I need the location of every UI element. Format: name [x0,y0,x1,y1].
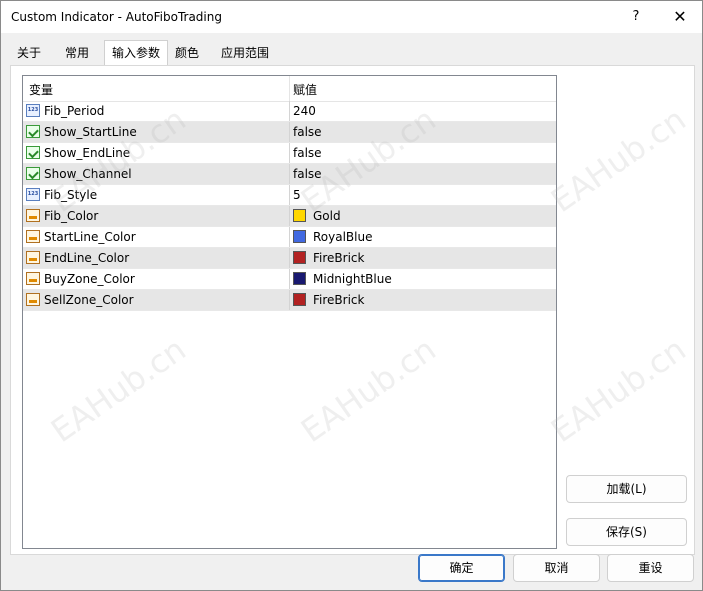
parameters-grid: 变量 赋值 123 Fib_Period 240 Show_StartLine … [22,75,557,549]
param-value[interactable]: FireBrick [313,251,364,265]
dialog-window: Custom Indicator - AutoFiboTrading ? ✕ 关… [0,0,703,591]
cell-divider [289,269,290,289]
load-button[interactable]: 加载(L) [566,475,687,503]
param-row-show-endline[interactable]: Show_EndLine false [23,143,556,164]
param-row-endline-color[interactable]: EndLine_Color FireBrick [23,248,556,269]
param-value[interactable]: 5 [293,188,301,202]
param-value[interactable]: false [293,146,322,160]
color-swatch[interactable] [293,230,306,243]
param-name: Show_Channel [44,167,132,181]
param-name: Fib_Style [44,188,98,202]
window-title: Custom Indicator - AutoFiboTrading [11,10,222,24]
param-value[interactable]: false [293,167,322,181]
param-row-fib-period[interactable]: 123 Fib_Period 240 [23,101,556,122]
param-row-fib-style[interactable]: 123 Fib_Style 5 [23,185,556,206]
cell-divider [289,290,290,310]
param-value[interactable]: RoyalBlue [313,230,372,244]
cell-divider [289,248,290,268]
param-value[interactable]: false [293,125,322,139]
header-divider[interactable] [289,76,290,101]
param-value[interactable]: Gold [313,209,341,223]
save-button[interactable]: 保存(S) [566,518,687,546]
cell-divider [289,185,290,205]
bool-icon [26,146,40,159]
param-name: SellZone_Color [44,293,134,307]
bool-icon [26,125,40,138]
header-variable[interactable]: 变量 [29,81,53,98]
param-name: BuyZone_Color [44,272,135,286]
param-value[interactable]: MidnightBlue [313,272,392,286]
color-icon [26,230,40,243]
color-swatch[interactable] [293,209,306,222]
color-swatch[interactable] [293,293,306,306]
number-icon: 123 [26,104,40,117]
color-icon [26,272,40,285]
param-name: EndLine_Color [44,251,130,265]
tab-about[interactable]: 关于 [9,43,49,65]
cell-divider [289,164,290,184]
color-icon [26,209,40,222]
param-value[interactable]: FireBrick [313,293,364,307]
param-row-buyzone-color[interactable]: BuyZone_Color MidnightBlue [23,269,556,290]
cell-divider [289,101,290,121]
tab-scope[interactable]: 应用范围 [215,43,275,65]
header-value[interactable]: 赋值 [293,81,317,98]
close-button[interactable]: ✕ [666,5,694,29]
grid-header: 变量 赋值 [23,76,556,102]
ok-button[interactable]: 确定 [418,554,505,582]
reset-button[interactable]: 重设 [607,554,694,582]
title-bar: Custom Indicator - AutoFiboTrading ? ✕ [1,1,702,33]
color-swatch[interactable] [293,272,306,285]
bool-icon [26,167,40,180]
param-row-startline-color[interactable]: StartLine_Color RoyalBlue [23,227,556,248]
tab-colors[interactable]: 颜色 [169,43,205,65]
color-swatch[interactable] [293,251,306,264]
cell-divider [289,122,290,142]
color-icon [26,293,40,306]
tab-strip: 关于 常用 输入参数 颜色 应用范围 [1,33,702,65]
param-name: Fib_Period [44,104,105,118]
param-row-show-channel[interactable]: Show_Channel false [23,164,556,185]
param-row-sellzone-color[interactable]: SellZone_Color FireBrick [23,290,556,311]
tab-inputs[interactable]: 输入参数 [104,40,168,65]
help-button[interactable]: ? [623,5,649,29]
param-row-fib-color[interactable]: Fib_Color Gold [23,206,556,227]
param-name: Show_EndLine [44,146,131,160]
param-row-show-startline[interactable]: Show_StartLine false [23,122,556,143]
param-value[interactable]: 240 [293,104,316,118]
tab-common[interactable]: 常用 [55,43,99,65]
param-name: Show_StartLine [44,125,137,139]
cell-divider [289,206,290,226]
number-icon: 123 [26,188,40,201]
cell-divider [289,143,290,163]
inputs-panel: 变量 赋值 123 Fib_Period 240 Show_StartLine … [10,65,695,555]
color-icon [26,251,40,264]
param-name: StartLine_Color [44,230,136,244]
param-name: Fib_Color [44,209,99,223]
cell-divider [289,227,290,247]
cancel-button[interactable]: 取消 [513,554,600,582]
